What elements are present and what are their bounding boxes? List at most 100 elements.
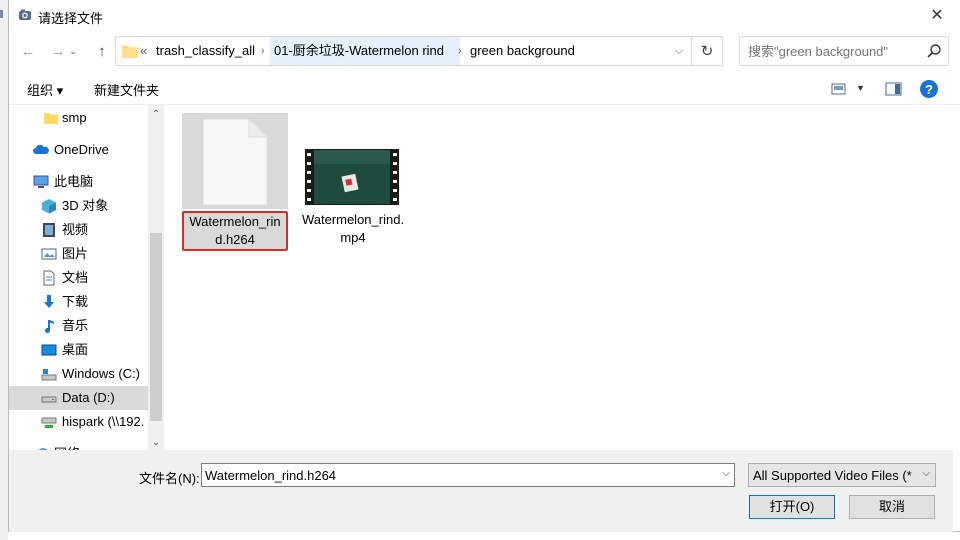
- drive-icon: [41, 396, 57, 403]
- background-window-marker: [0, 10, 3, 18]
- breadcrumb-green-background[interactable]: green background: [470, 37, 575, 65]
- video-thumbnail-icon: [305, 149, 399, 205]
- view-options-icon[interactable]: [831, 79, 847, 99]
- sidebar-item-smp[interactable]: smp: [9, 106, 148, 130]
- arrow-up-icon: ↑: [98, 42, 106, 60]
- sidebar-item-network[interactable]: 网络: [9, 442, 148, 450]
- scrollbar-thumb[interactable]: [150, 233, 162, 421]
- breadcrumb-separator-icon[interactable]: ›: [261, 37, 265, 65]
- search-box[interactable]: [739, 36, 949, 66]
- preview-pane-icon[interactable]: [885, 79, 903, 99]
- breadcrumb-watermelon-rind[interactable]: 01-厨余垃圾-Watermelon rind: [270, 37, 460, 65]
- sidebar-item-label: 音乐: [62, 318, 89, 333]
- file-name-combobox[interactable]: ⌵: [201, 463, 735, 487]
- forward-button[interactable]: →: [47, 40, 69, 62]
- open-button[interactable]: 打开(O): [749, 495, 835, 519]
- recent-locations-button[interactable]: ⌄: [67, 40, 79, 62]
- cancel-button[interactable]: 取消: [849, 495, 935, 519]
- cloud-icon: [33, 144, 49, 154]
- desktop-icon: [41, 344, 57, 356]
- file-name: Watermelon_rind.mp4: [301, 212, 405, 245]
- sidebar-item-label: Data (D:): [62, 390, 115, 405]
- document-icon: [43, 270, 55, 286]
- window-title: 请选择文件: [38, 11, 104, 26]
- help-icon[interactable]: ?: [920, 80, 938, 98]
- sidebar-item-hispark[interactable]: hispark (\\192.: [9, 410, 148, 434]
- refresh-icon: ↻: [700, 43, 714, 60]
- search-input[interactable]: [748, 42, 913, 60]
- chevron-down-icon[interactable]: ⌵: [722, 468, 730, 479]
- sidebar-item-label: 下载: [62, 294, 89, 309]
- file-name-field[interactable]: [205, 467, 705, 483]
- command-bar: 组织 ▾ 新建文件夹 ▼ ?: [9, 74, 960, 105]
- sidebar-item-label: OneDrive: [54, 142, 109, 157]
- arrow-left-icon: ←: [20, 42, 36, 60]
- sidebar-item-videos[interactable]: 视频: [9, 218, 148, 242]
- refresh-button[interactable]: ↻: [691, 37, 722, 65]
- chevron-down-icon: ⌵: [922, 468, 930, 479]
- file-name: Watermelon_rind.h264: [182, 211, 288, 251]
- background-window-edge: [0, 0, 8, 540]
- new-folder-button[interactable]: 新建文件夹: [94, 80, 159, 99]
- download-icon: [44, 295, 54, 308]
- file-list: Watermelon_rind.h264 Watermelon_rind.mp4: [164, 105, 960, 450]
- up-button[interactable]: ↑: [91, 40, 113, 62]
- sidebar-item-windows-c[interactable]: Windows (C:): [9, 362, 148, 386]
- scroll-up-icon[interactable]: ⌃: [148, 107, 164, 123]
- file-thumbnail: [300, 113, 406, 209]
- cube-icon: [42, 199, 56, 214]
- video-icon: [43, 223, 55, 237]
- navigation-bar: ← → ⌄ ↑ « trash_classify_all › 01-厨余垃圾-W…: [9, 36, 960, 66]
- arrow-right-icon: →: [50, 42, 66, 60]
- sidebar-item-desktop[interactable]: 桌面: [9, 338, 148, 362]
- sidebar-item-label: Windows (C:): [62, 366, 141, 381]
- view-dropdown-icon[interactable]: ▼: [856, 83, 865, 93]
- folder-icon: [122, 46, 138, 58]
- file-name-label: 文件名(N):: [139, 471, 200, 486]
- sidebar-item-downloads[interactable]: 下载: [9, 290, 148, 314]
- search-icon: [927, 44, 941, 58]
- address-history-dropdown[interactable]: ⌵: [668, 37, 690, 65]
- drive-icon: [41, 369, 57, 381]
- sidebar-item-label: hispark (\\192.: [62, 414, 145, 429]
- sidebar-item-label: 3D 对象: [62, 198, 109, 213]
- sidebar-item-documents[interactable]: 文档: [9, 266, 148, 290]
- sidebar-item-label: smp: [62, 110, 87, 125]
- picture-icon: [41, 248, 57, 260]
- address-bar[interactable]: « trash_classify_all › 01-厨余垃圾-Watermelo…: [115, 36, 723, 66]
- sidebar-item-label: 桌面: [62, 342, 89, 357]
- sidebar-item-music[interactable]: 音乐: [9, 314, 148, 338]
- sidebar-item-label: 此电脑: [54, 174, 94, 189]
- scroll-down-icon[interactable]: ⌄: [148, 435, 164, 451]
- sidebar-item-data-d[interactable]: Data (D:): [9, 386, 148, 410]
- sidebar-item-label: 网络: [54, 442, 80, 450]
- sidebar-item-label: 图片: [62, 246, 89, 261]
- title-bar: 请选择文件 ✕: [9, 0, 960, 30]
- navigation-pane: smp OneDrive 此电脑 3D 对象 视频 图片 文档 下载 音乐 桌面…: [9, 105, 164, 450]
- sidebar-item-onedrive[interactable]: OneDrive: [9, 138, 148, 162]
- file-thumbnail: [182, 113, 288, 209]
- sidebar-item-3d-objects[interactable]: 3D 对象: [9, 194, 148, 218]
- network-drive-icon: [41, 417, 57, 428]
- sidebar-item-label: 文档: [62, 270, 89, 285]
- breadcrumb-separator-icon[interactable]: ›: [458, 37, 462, 65]
- close-icon: ✕: [930, 7, 944, 24]
- file-open-dialog: 请选择文件 ✕ ← → ⌄ ↑ « trash_classify_all › 0…: [8, 0, 960, 532]
- file-type-value: All Supported Video Files (*.: [753, 468, 913, 483]
- blank-file-icon: [203, 119, 267, 205]
- sidebar-item-label: 视频: [62, 222, 89, 237]
- chevron-down-icon: ⌄: [69, 45, 77, 56]
- overflow-chevron-icon[interactable]: «: [140, 37, 147, 65]
- close-button[interactable]: ✕: [914, 0, 960, 30]
- sidebar-item-pictures[interactable]: 图片: [9, 242, 148, 266]
- organize-menu[interactable]: 组织 ▾: [27, 80, 63, 99]
- back-button[interactable]: ←: [17, 40, 39, 62]
- folder-icon: [44, 113, 58, 124]
- sidebar-item-this-pc[interactable]: 此电脑: [9, 170, 148, 194]
- file-name-panel: 文件名(N): ⌵ All Supported Video Files (*. …: [9, 450, 953, 532]
- music-icon: [45, 320, 54, 334]
- app-icon: [19, 9, 31, 20]
- file-type-select[interactable]: All Supported Video Files (*. ⌵: [748, 463, 936, 487]
- breadcrumb-trash-classify-all[interactable]: trash_classify_all: [156, 37, 255, 65]
- navigation-pane-scrollbar[interactable]: ⌃ ⌄: [148, 105, 164, 450]
